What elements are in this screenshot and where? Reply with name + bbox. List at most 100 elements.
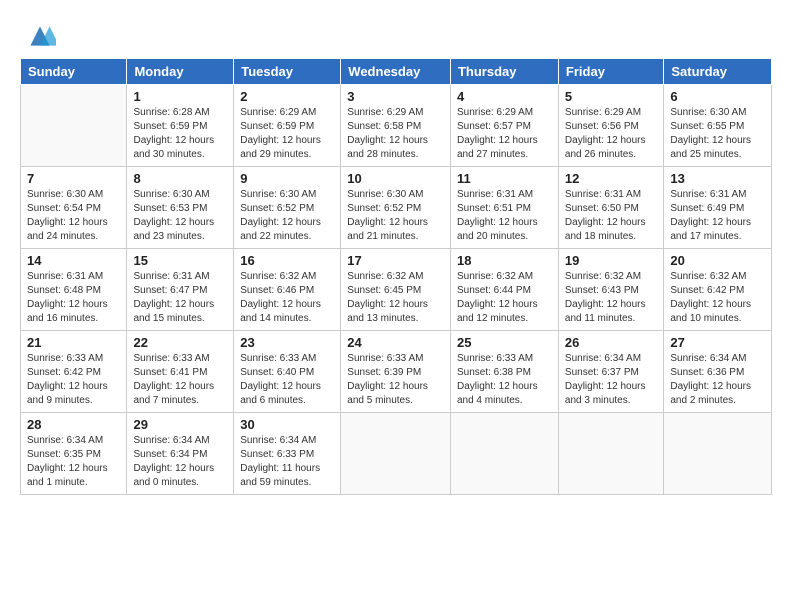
calendar-cell: 19 Sunrise: 6:32 AM Sunset: 6:43 PM Dayli… [558, 249, 663, 331]
cell-content: Sunrise: 6:33 AM Sunset: 6:39 PM Dayligh… [347, 352, 444, 408]
cell-content: Sunrise: 6:29 AM Sunset: 6:57 PM Dayligh… [457, 106, 552, 162]
cell-content: Sunrise: 6:30 AM Sunset: 6:53 PM Dayligh… [133, 188, 227, 244]
day-number: 23 [240, 335, 334, 350]
header-day: Sunday [21, 59, 127, 85]
day-number: 6 [670, 89, 765, 104]
calendar-cell: 24 Sunrise: 6:33 AM Sunset: 6:39 PM Dayli… [341, 331, 451, 413]
day-number: 24 [347, 335, 444, 350]
day-number: 16 [240, 253, 334, 268]
cell-content: Sunrise: 6:29 AM Sunset: 6:58 PM Dayligh… [347, 106, 444, 162]
cell-content: Sunrise: 6:33 AM Sunset: 6:42 PM Dayligh… [27, 352, 120, 408]
cell-content: Sunrise: 6:30 AM Sunset: 6:55 PM Dayligh… [670, 106, 765, 162]
calendar-week: 1 Sunrise: 6:28 AM Sunset: 6:59 PM Daylig… [21, 85, 772, 167]
cell-content: Sunrise: 6:34 AM Sunset: 6:35 PM Dayligh… [27, 434, 120, 490]
calendar-cell: 2 Sunrise: 6:29 AM Sunset: 6:59 PM Daylig… [234, 85, 341, 167]
day-number: 15 [133, 253, 227, 268]
day-number: 10 [347, 171, 444, 186]
calendar-cell: 18 Sunrise: 6:32 AM Sunset: 6:44 PM Dayli… [450, 249, 558, 331]
cell-content: Sunrise: 6:33 AM Sunset: 6:40 PM Dayligh… [240, 352, 334, 408]
calendar-cell: 6 Sunrise: 6:30 AM Sunset: 6:55 PM Daylig… [664, 85, 772, 167]
calendar-cell: 28Sunrise: 6:34 AM Sunset: 6:35 PM Dayli… [21, 413, 127, 495]
cell-content: Sunrise: 6:31 AM Sunset: 6:48 PM Dayligh… [27, 270, 120, 326]
calendar-cell [558, 413, 663, 495]
day-number: 1 [133, 89, 227, 104]
cell-content: Sunrise: 6:30 AM Sunset: 6:54 PM Dayligh… [27, 188, 120, 244]
header-day: Tuesday [234, 59, 341, 85]
cell-content: Sunrise: 6:32 AM Sunset: 6:43 PM Dayligh… [565, 270, 657, 326]
calendar-cell: 15 Sunrise: 6:31 AM Sunset: 6:47 PM Dayli… [127, 249, 234, 331]
cell-content: Sunrise: 6:31 AM Sunset: 6:49 PM Dayligh… [670, 188, 765, 244]
calendar-cell: 17Sunrise: 6:32 AM Sunset: 6:45 PM Dayli… [341, 249, 451, 331]
calendar-cell: 11Sunrise: 6:31 AM Sunset: 6:51 PM Dayli… [450, 167, 558, 249]
header-day: Saturday [664, 59, 772, 85]
calendar-week: 21 Sunrise: 6:33 AM Sunset: 6:42 PM Dayli… [21, 331, 772, 413]
header [20, 18, 772, 52]
cell-content: Sunrise: 6:28 AM Sunset: 6:59 PM Dayligh… [133, 106, 227, 162]
calendar-cell: 16 Sunrise: 6:32 AM Sunset: 6:46 PM Dayli… [234, 249, 341, 331]
day-number: 25 [457, 335, 552, 350]
day-number: 21 [27, 335, 120, 350]
calendar-cell: 14 Sunrise: 6:31 AM Sunset: 6:48 PM Dayli… [21, 249, 127, 331]
day-number: 7 [27, 171, 120, 186]
calendar-cell [341, 413, 451, 495]
calendar-cell: 26Sunrise: 6:34 AM Sunset: 6:37 PM Dayli… [558, 331, 663, 413]
day-number: 2 [240, 89, 334, 104]
day-number: 14 [27, 253, 120, 268]
calendar-cell: 7 Sunrise: 6:30 AM Sunset: 6:54 PM Daylig… [21, 167, 127, 249]
day-number: 5 [565, 89, 657, 104]
calendar-cell: 3Sunrise: 6:29 AM Sunset: 6:58 PM Daylig… [341, 85, 451, 167]
calendar-cell: 4 Sunrise: 6:29 AM Sunset: 6:57 PM Daylig… [450, 85, 558, 167]
calendar-week: 7 Sunrise: 6:30 AM Sunset: 6:54 PM Daylig… [21, 167, 772, 249]
header-day: Wednesday [341, 59, 451, 85]
cell-content: Sunrise: 6:30 AM Sunset: 6:52 PM Dayligh… [347, 188, 444, 244]
day-number: 30 [240, 417, 334, 432]
cell-content: Sunrise: 6:32 AM Sunset: 6:46 PM Dayligh… [240, 270, 334, 326]
cell-content: Sunrise: 6:30 AM Sunset: 6:52 PM Dayligh… [240, 188, 334, 244]
cell-content: Sunrise: 6:33 AM Sunset: 6:41 PM Dayligh… [133, 352, 227, 408]
day-number: 29 [133, 417, 227, 432]
calendar-cell: 30 Sunrise: 6:34 AM Sunset: 6:33 PM Dayli… [234, 413, 341, 495]
calendar-cell: 9 Sunrise: 6:30 AM Sunset: 6:52 PM Daylig… [234, 167, 341, 249]
day-number: 18 [457, 253, 552, 268]
calendar-cell: 20 Sunrise: 6:32 AM Sunset: 6:42 PM Dayli… [664, 249, 772, 331]
calendar-cell: 27 Sunrise: 6:34 AM Sunset: 6:36 PM Dayli… [664, 331, 772, 413]
calendar-cell: 8 Sunrise: 6:30 AM Sunset: 6:53 PM Daylig… [127, 167, 234, 249]
day-number: 8 [133, 171, 227, 186]
header-day: Monday [127, 59, 234, 85]
cell-content: Sunrise: 6:32 AM Sunset: 6:44 PM Dayligh… [457, 270, 552, 326]
calendar-week: 28Sunrise: 6:34 AM Sunset: 6:35 PM Dayli… [21, 413, 772, 495]
cell-content: Sunrise: 6:32 AM Sunset: 6:45 PM Dayligh… [347, 270, 444, 326]
calendar-cell [21, 85, 127, 167]
cell-content: Sunrise: 6:31 AM Sunset: 6:47 PM Dayligh… [133, 270, 227, 326]
logo-icon [24, 20, 56, 52]
calendar-cell: 22 Sunrise: 6:33 AM Sunset: 6:41 PM Dayli… [127, 331, 234, 413]
cell-content: Sunrise: 6:32 AM Sunset: 6:42 PM Dayligh… [670, 270, 765, 326]
cell-content: Sunrise: 6:33 AM Sunset: 6:38 PM Dayligh… [457, 352, 552, 408]
day-number: 11 [457, 171, 552, 186]
cell-content: Sunrise: 6:34 AM Sunset: 6:36 PM Dayligh… [670, 352, 765, 408]
day-number: 19 [565, 253, 657, 268]
calendar-week: 14 Sunrise: 6:31 AM Sunset: 6:48 PM Dayli… [21, 249, 772, 331]
calendar-cell: 25 Sunrise: 6:33 AM Sunset: 6:38 PM Dayli… [450, 331, 558, 413]
cell-content: Sunrise: 6:29 AM Sunset: 6:59 PM Dayligh… [240, 106, 334, 162]
cell-content: Sunrise: 6:34 AM Sunset: 6:34 PM Dayligh… [133, 434, 227, 490]
cell-content: Sunrise: 6:34 AM Sunset: 6:37 PM Dayligh… [565, 352, 657, 408]
logo [20, 22, 56, 52]
calendar-cell: 13 Sunrise: 6:31 AM Sunset: 6:49 PM Dayli… [664, 167, 772, 249]
day-number: 27 [670, 335, 765, 350]
calendar-cell: 10 Sunrise: 6:30 AM Sunset: 6:52 PM Dayli… [341, 167, 451, 249]
cell-content: Sunrise: 6:34 AM Sunset: 6:33 PM Dayligh… [240, 434, 334, 490]
day-number: 20 [670, 253, 765, 268]
calendar-cell: 1 Sunrise: 6:28 AM Sunset: 6:59 PM Daylig… [127, 85, 234, 167]
page: SundayMondayTuesdayWednesdayThursdayFrid… [0, 0, 792, 612]
calendar-cell: 21 Sunrise: 6:33 AM Sunset: 6:42 PM Dayli… [21, 331, 127, 413]
calendar-cell: 23 Sunrise: 6:33 AM Sunset: 6:40 PM Dayli… [234, 331, 341, 413]
cell-content: Sunrise: 6:29 AM Sunset: 6:56 PM Dayligh… [565, 106, 657, 162]
day-number: 22 [133, 335, 227, 350]
calendar: SundayMondayTuesdayWednesdayThursdayFrid… [20, 58, 772, 495]
day-number: 9 [240, 171, 334, 186]
day-number: 13 [670, 171, 765, 186]
calendar-body: 1 Sunrise: 6:28 AM Sunset: 6:59 PM Daylig… [21, 85, 772, 495]
calendar-cell: 5 Sunrise: 6:29 AM Sunset: 6:56 PM Daylig… [558, 85, 663, 167]
day-number: 4 [457, 89, 552, 104]
